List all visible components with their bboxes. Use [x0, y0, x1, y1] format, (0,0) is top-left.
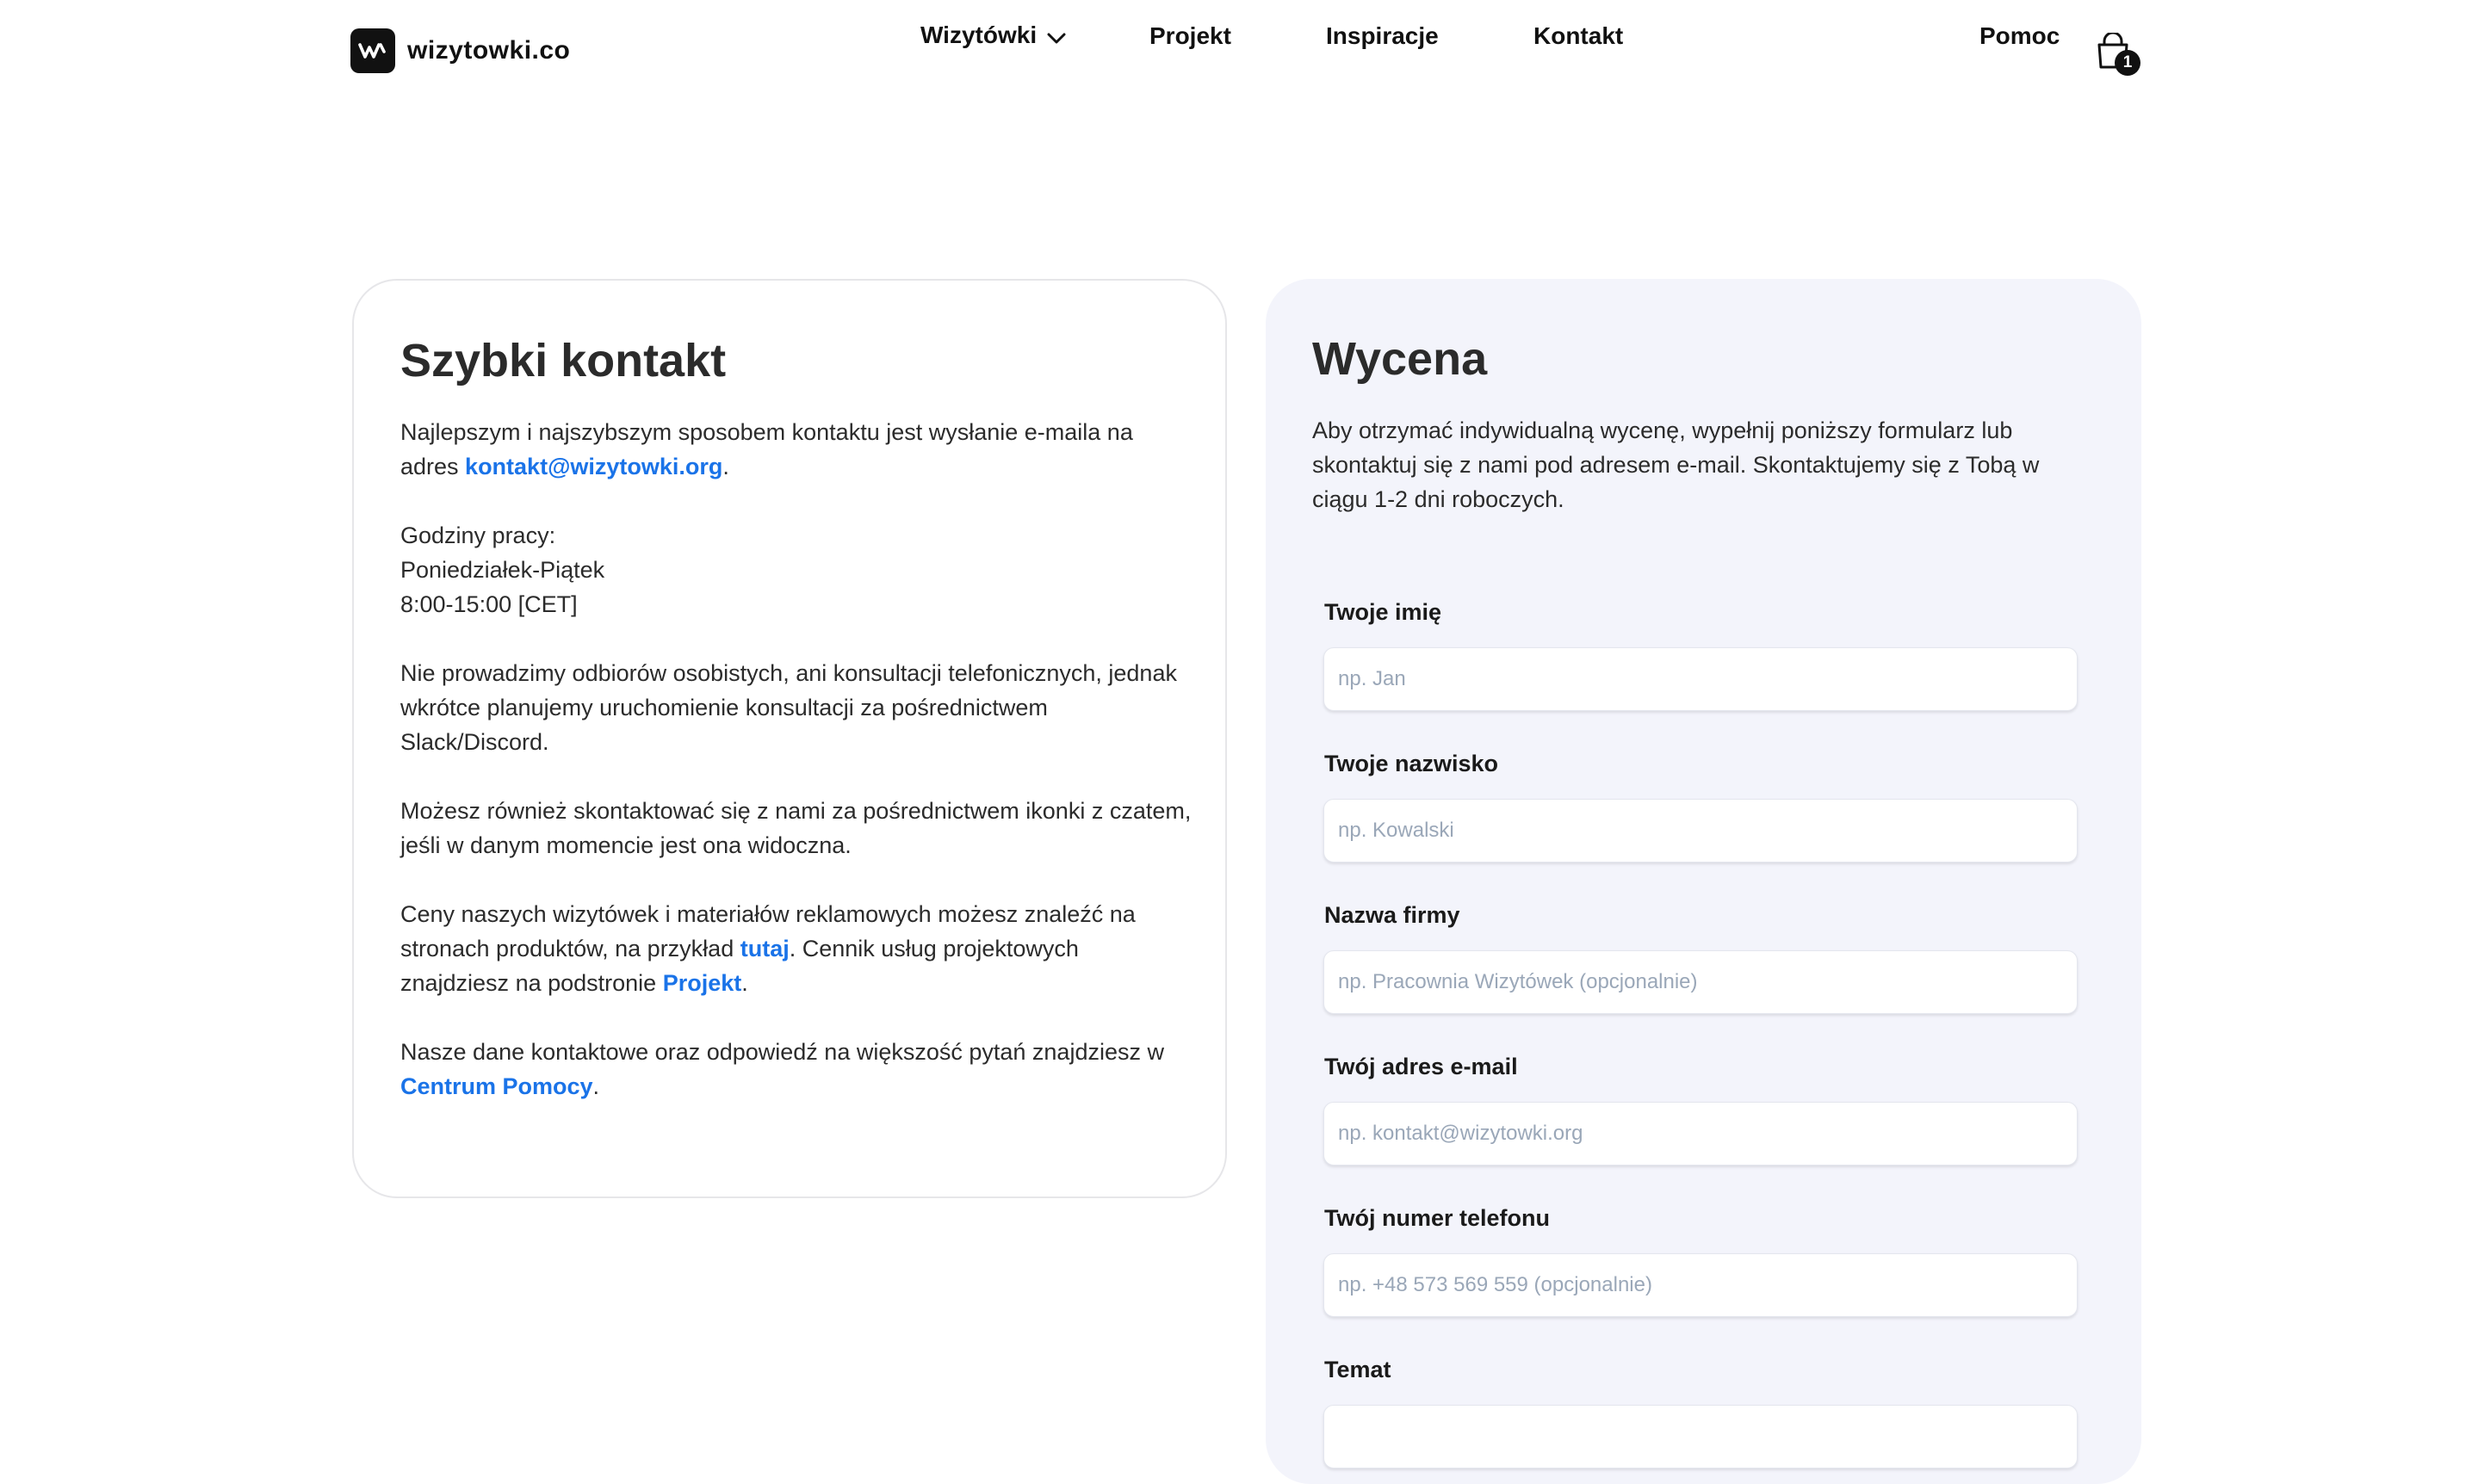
chat-paragraph: Możesz również skontaktować się z nami z…	[400, 798, 1192, 858]
cart-button[interactable]: 1	[2096, 31, 2144, 81]
site-header: wizytowki.co Wizytówki Projekt Inspiracj…	[0, 0, 2478, 112]
company-name-input[interactable]	[1323, 950, 2078, 1014]
help-link[interactable]: Pomoc	[1979, 22, 2060, 50]
cart-count-badge: 1	[2115, 50, 2140, 76]
quick-contact-body: Najlepszym i najszybszym sposobem kontak…	[400, 415, 1193, 1138]
chevron-down-icon	[1047, 23, 1066, 51]
nav-item-label: Wizytówki	[920, 22, 1038, 49]
last-name-label: Twoje nazwisko	[1324, 751, 1499, 776]
nav-item-inspiracje[interactable]: Inspiracje	[1326, 22, 1439, 50]
text: .	[722, 454, 729, 479]
prices-link[interactable]: tutaj	[740, 936, 790, 962]
nav-item-kontakt[interactable]: Kontakt	[1533, 22, 1623, 50]
first-name-input[interactable]	[1323, 647, 2078, 711]
quick-contact-title: Szybki kontakt	[400, 335, 727, 386]
phone-input[interactable]	[1323, 1253, 2078, 1317]
email-label: Twój adres e-mail	[1324, 1054, 1518, 1079]
text: Nasze dane kontaktowe oraz odpowiedź na …	[400, 1039, 1164, 1065]
email-paragraph: Najlepszym i najszybszym sposobem kontak…	[400, 415, 1193, 484]
quote-form-card: Wycena Aby otrzymać indywidualną wycenę,…	[1266, 279, 2141, 1484]
quick-contact-card: Szybki kontakt Najlepszym i najszybszym …	[352, 279, 1227, 1198]
logo-link[interactable]: wizytowki.co	[350, 28, 570, 73]
hours-time: 8:00-15:00 [CET]	[400, 591, 578, 617]
first-name-label: Twoje imię	[1324, 599, 1442, 625]
hours-label: Godziny pracy:	[400, 522, 556, 548]
logo-text: wizytowki.co	[407, 36, 571, 65]
email-input[interactable]	[1323, 1102, 2078, 1166]
hours-days: Poniedziałek-Piątek	[400, 557, 605, 583]
help-center-paragraph: Nasze dane kontaktowe oraz odpowiedź na …	[400, 1035, 1193, 1104]
nav-item-wizytowki[interactable]: Wizytówki	[920, 22, 1066, 51]
nav-item-projekt[interactable]: Projekt	[1149, 22, 1231, 50]
hours-paragraph: Godziny pracy: Poniedziałek-Piątek 8:00-…	[400, 518, 1193, 621]
no-pickup-paragraph: Nie prowadzimy odbiorów osobistych, ani …	[400, 660, 1177, 755]
text: .	[741, 970, 748, 996]
subject-input[interactable]	[1323, 1405, 2078, 1469]
last-name-input[interactable]	[1323, 799, 2078, 863]
company-name-label: Nazwa firmy	[1324, 902, 1460, 928]
help-center-link[interactable]: Centrum Pomocy	[400, 1073, 593, 1099]
logo-mark-icon	[350, 28, 395, 73]
prices-paragraph: Ceny naszych wizytówek i materiałów rekl…	[400, 897, 1193, 1000]
projekt-link[interactable]: Projekt	[663, 970, 742, 996]
quote-intro: Aby otrzymać indywidualną wycenę, wypełn…	[1312, 417, 2040, 512]
phone-label: Twój numer telefonu	[1324, 1205, 1550, 1231]
subject-label: Temat	[1324, 1357, 1391, 1382]
email-link[interactable]: kontakt@wizytowki.org	[465, 454, 722, 479]
quote-title: Wycena	[1312, 333, 1488, 385]
text: .	[592, 1073, 600, 1099]
